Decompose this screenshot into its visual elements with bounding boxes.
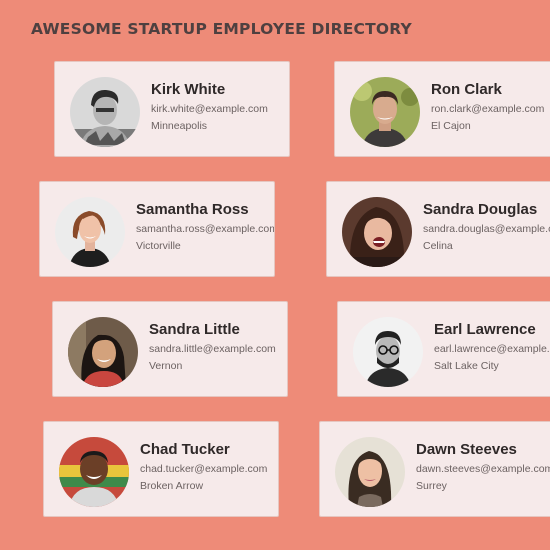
avatar	[70, 77, 140, 147]
page-title: AWESOME STARTUP EMPLOYEE DIRECTORY	[31, 20, 412, 38]
employee-email: sandra.little@example.com	[149, 343, 276, 355]
employee-city: Minneapolis	[151, 120, 208, 132]
avatar	[350, 77, 420, 147]
employee-email: dawn.steeves@example.com	[416, 463, 550, 475]
employee-city: Victorville	[136, 240, 181, 252]
person-photo-icon	[342, 197, 412, 267]
employee-name: Ron Clark	[431, 81, 502, 98]
employee-city: Celina	[423, 240, 453, 252]
employee-email: ron.clark@example.com	[431, 103, 545, 115]
avatar	[55, 197, 125, 267]
employee-card[interactable]: Kirk White kirk.white@example.com Minnea…	[54, 61, 290, 157]
employee-city: Salt Lake City	[434, 360, 499, 372]
avatar	[342, 197, 412, 267]
employee-name: Earl Lawrence	[434, 321, 536, 338]
avatar	[335, 437, 405, 507]
employee-card[interactable]: Samantha Ross samantha.ross@example.com …	[39, 181, 275, 277]
avatar	[59, 437, 129, 507]
employee-card[interactable]: Earl Lawrence earl.lawrence@example.com …	[337, 301, 550, 397]
person-photo-icon	[335, 437, 405, 507]
employee-card[interactable]: Sandra Little sandra.little@example.com …	[52, 301, 288, 397]
employee-name: Kirk White	[151, 81, 226, 98]
employee-city: El Cajon	[431, 120, 471, 132]
employee-city: Vernon	[149, 360, 183, 372]
employee-card[interactable]: Sandra Douglas sandra.douglas@example.co…	[326, 181, 550, 277]
employee-name: Samantha Ross	[136, 201, 249, 218]
employee-city: Broken Arrow	[140, 480, 204, 492]
person-photo-icon	[59, 437, 129, 507]
person-photo-icon	[70, 77, 140, 147]
employee-email: earl.lawrence@example.com	[434, 343, 550, 355]
employee-name: Chad Tucker	[140, 441, 230, 458]
employee-name: Dawn Steeves	[416, 441, 517, 458]
employee-email: sandra.douglas@example.com	[423, 223, 550, 235]
employee-card[interactable]: Dawn Steeves dawn.steeves@example.com Su…	[319, 421, 550, 517]
employee-email: kirk.white@example.com	[151, 103, 268, 115]
avatar	[353, 317, 423, 387]
employee-email: samantha.ross@example.com	[136, 223, 275, 235]
employee-name: Sandra Little	[149, 321, 240, 338]
employee-card[interactable]: Chad Tucker chad.tucker@example.com Brok…	[43, 421, 279, 517]
person-photo-icon	[68, 317, 138, 387]
employee-name: Sandra Douglas	[423, 201, 538, 218]
avatar	[68, 317, 138, 387]
employee-card[interactable]: Ron Clark ron.clark@example.com El Cajon	[334, 61, 550, 157]
employee-city: Surrey	[416, 480, 447, 492]
person-photo-icon	[350, 77, 420, 147]
person-photo-icon	[55, 197, 125, 267]
employee-email: chad.tucker@example.com	[140, 463, 268, 475]
person-photo-icon	[353, 317, 423, 387]
